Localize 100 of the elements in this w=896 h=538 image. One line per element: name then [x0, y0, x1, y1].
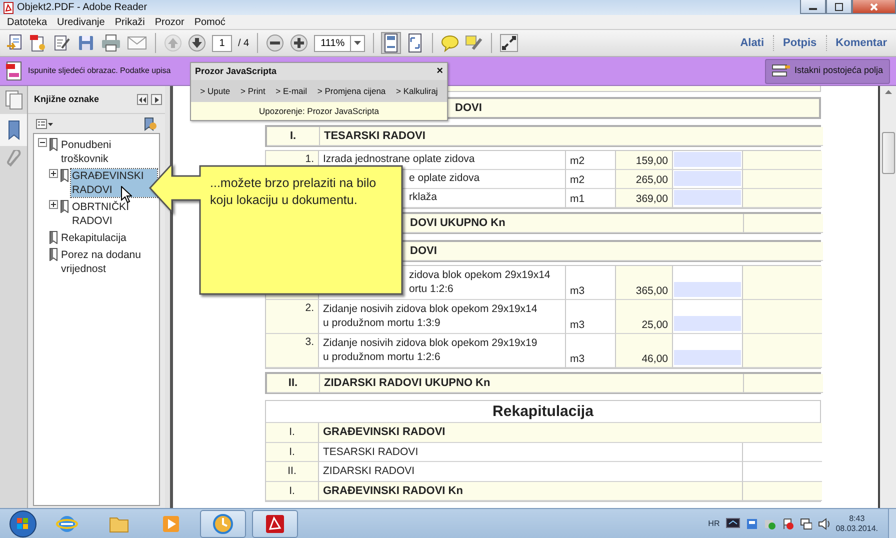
network-icon[interactable]: [800, 518, 812, 530]
options-icon[interactable]: [36, 118, 53, 128]
fields-icon: [772, 64, 790, 78]
menu-item[interactable]: Datoteka: [2, 16, 52, 28]
group-title: TESARSKI RADOVI: [320, 127, 823, 146]
unit-cell: m3: [566, 266, 616, 300]
taskbar-button[interactable]: [252, 510, 298, 538]
speaker-icon[interactable]: [818, 518, 830, 530]
row-number: 2.: [266, 300, 319, 334]
form-message: Ispunite sljedeći obrazac. Podatke upisa: [28, 65, 171, 77]
dropdown-button[interactable]: [350, 34, 366, 52]
maximize-button[interactable]: [826, 0, 852, 14]
zoom-in-icon[interactable]: [290, 34, 308, 52]
print-icon[interactable]: [101, 34, 121, 52]
quantity-cell: 25,00: [616, 300, 673, 334]
quantity-cell: 46,00: [616, 334, 673, 368]
form-icon: [6, 61, 22, 81]
dialog-link[interactable]: > E-mail: [276, 84, 308, 98]
quantity-cell: 369,00: [616, 189, 673, 208]
price-field[interactable]: [674, 152, 741, 167]
document-arrow-icon[interactable]: [5, 34, 23, 52]
dialog-link[interactable]: > Upute: [200, 84, 230, 98]
right-arrow-icon: [154, 96, 158, 102]
summary-label: TESARSKI RADOVI: [319, 442, 743, 462]
zoom-field[interactable]: 111%: [314, 34, 350, 52]
monitor-icon[interactable]: [726, 518, 740, 530]
language-indicator[interactable]: HR: [708, 518, 720, 530]
warning-text: Upozorenje: Prozor JavaScripta: [191, 102, 447, 120]
unit-cell: m3: [566, 334, 616, 368]
taskbar-button[interactable]: [200, 510, 246, 538]
start-icon[interactable]: [8, 510, 38, 538]
minimize-button[interactable]: [800, 0, 826, 14]
dialog-link[interactable]: > Promjena cijena: [317, 84, 386, 98]
row-number: I.: [266, 423, 319, 442]
pdf-icon: [264, 512, 286, 534]
page-number-field[interactable]: 1: [212, 34, 232, 52]
bookmark-item[interactable]: Ponudbeni troškovnik: [60, 138, 150, 166]
close-button[interactable]: [852, 0, 896, 14]
price-field[interactable]: [674, 350, 741, 365]
price-field[interactable]: [674, 171, 741, 186]
up-caret-icon[interactable]: [884, 90, 892, 94]
panel-link[interactable]: Alati: [731, 34, 774, 52]
caret-icon: [354, 41, 362, 45]
price-field[interactable]: [674, 282, 741, 297]
expand-icon[interactable]: [49, 169, 58, 178]
bookmark-item[interactable]: GRAĐEVINSKI RADOVI: [71, 169, 157, 197]
bookmark-icon: [49, 138, 58, 151]
summary-label: ZIDARSKI RADOVI: [319, 462, 743, 482]
restore-icon: [835, 2, 843, 10]
price-field[interactable]: [674, 316, 741, 331]
zoom-out-icon[interactable]: [266, 34, 284, 52]
item-description: Zidanje nosivih zidova blok opekom 29x19x14 u produžnom mortu 1:3:9: [319, 300, 566, 334]
row-number: II.: [266, 462, 319, 482]
document-tag-icon[interactable]: [29, 34, 47, 52]
row-number: 3.: [266, 334, 319, 368]
device-icon[interactable]: [746, 518, 758, 530]
collapse-panel-button[interactable]: [137, 94, 148, 105]
bookmark-add-icon[interactable]: [143, 116, 157, 130]
fit-page-icon[interactable]: [382, 33, 400, 53]
dialog-link[interactable]: > Print: [240, 84, 266, 98]
speech-bubble-icon[interactable]: [441, 34, 460, 52]
row-number: II.: [267, 374, 320, 393]
envelope-icon[interactable]: [127, 35, 147, 51]
highlight-fields-button[interactable]: Istakni postojeća polja: [765, 58, 890, 84]
scrollbar-thumb[interactable]: [882, 132, 894, 174]
close-button[interactable]: ×: [436, 66, 443, 77]
document-pen-icon[interactable]: [53, 34, 71, 52]
panel-link[interactable]: Komentar: [826, 34, 896, 52]
side-panel-tab[interactable]: [0, 114, 27, 146]
menu-item[interactable]: Prozor: [150, 16, 190, 28]
scrollbar[interactable]: [878, 86, 896, 508]
highlighter-icon[interactable]: [465, 34, 484, 52]
close-icon: [870, 2, 878, 10]
row-number: I.: [267, 127, 320, 146]
page-arrows-icon[interactable]: [406, 33, 424, 53]
total-label: ZIDARSKI RADOVI UKUPNO Kn: [320, 374, 744, 393]
window-title: Objekt2.PDF - Adobe Reader: [17, 2, 148, 14]
menu-item[interactable]: Pomoć: [189, 16, 230, 28]
expand-panel-button[interactable]: [151, 94, 162, 105]
bookmark-icon: [49, 231, 58, 244]
expand-icon[interactable]: [500, 34, 518, 52]
bookmark-item[interactable]: Rekapitulacija: [60, 231, 128, 245]
row-number: I.: [266, 482, 319, 501]
menu-item[interactable]: Uredivanje: [52, 16, 110, 28]
panel-link[interactable]: Potpis: [773, 34, 826, 52]
collapse-icon[interactable]: [38, 138, 47, 147]
save-icon[interactable]: [77, 34, 95, 52]
clock-date[interactable]: 08.03.2014.: [836, 524, 878, 534]
quantity-cell: 265,00: [616, 170, 673, 189]
unit-cell: m2: [566, 151, 616, 170]
price-field[interactable]: [674, 190, 741, 205]
pages-icon: [4, 90, 22, 110]
bookmark-icon: [60, 169, 69, 182]
clock-icon: [212, 512, 234, 534]
expand-icon[interactable]: [49, 200, 58, 209]
menu-item[interactable]: Prikaži: [110, 16, 150, 28]
bookmark-item[interactable]: OBRTNIČKI RADOVI: [71, 200, 157, 228]
dialog-link[interactable]: > Kalkuliraj: [396, 84, 438, 98]
clock-time[interactable]: 8:43: [849, 514, 865, 524]
bookmark-item[interactable]: Porez na dodanu vrijednost: [60, 248, 150, 276]
